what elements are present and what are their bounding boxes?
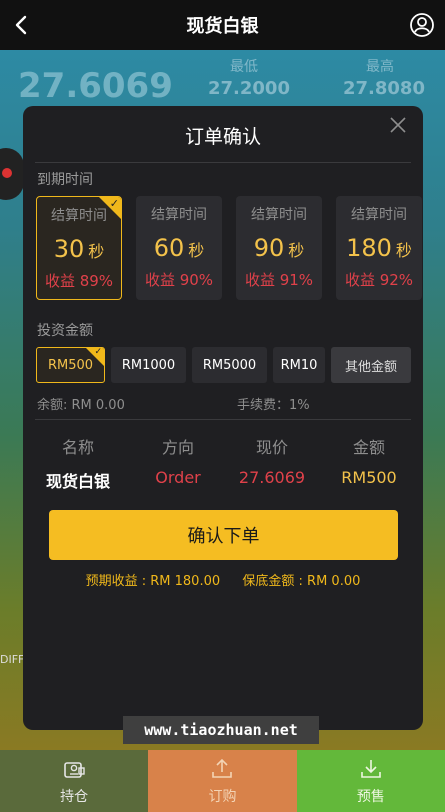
divider [35,162,411,163]
amount-label: 投资金额 [37,323,93,339]
diff-label: DIFF [0,653,25,666]
summary-direction: Order [155,468,201,487]
time-option-yield: 收益 92% [344,271,414,289]
tab-order[interactable]: 订购 [148,750,297,812]
record-knob-icon [0,148,24,200]
top-bar: 现货白银 [0,0,445,50]
tab-presale[interactable]: 预售 [296,750,445,812]
close-icon[interactable] [389,116,407,134]
summary-header-price: 现价 [255,438,288,457]
confirm-order-button[interactable]: 确认下单 [49,510,398,560]
summary-amount: RM500 [341,468,397,487]
summary-name: 现货白银 [45,472,110,491]
watermark: www.tiaozhuan.net [123,716,319,744]
time-option-label: 结算时间 [251,207,307,223]
time-option-yield: 收益 91% [244,271,314,289]
user-icon[interactable] [409,12,435,38]
page-title: 现货白银 [186,16,259,37]
amount-option-1000[interactable]: RM1000 [111,347,186,383]
low-value: 27.2000 [208,78,290,99]
margin-amount: 保底金额 : RM 0.00 [242,574,361,589]
modal-title: 订单确认 [184,126,261,148]
summary-header-direction: 方向 [161,438,194,457]
fee-text: 手续费：1% [237,398,310,413]
amount-option-10000[interactable]: RM10 [273,347,325,383]
tab-presale-label: 预售 [356,789,385,805]
time-option-value: 180 秒 [346,234,412,262]
summary-header-amount: 金额 [352,438,385,457]
bottom-tab-bar: 持仓 订购 预售 [0,750,445,812]
time-option-30[interactable]: 结算时间 30 秒 收益 89% ✓ [36,196,122,300]
time-option-60[interactable]: 结算时间 60 秒 收益 90% [136,196,222,300]
selected-check-icon: ✓ [86,348,104,366]
download-icon [361,760,381,778]
summary-price: 27.6069 [238,468,306,487]
amount-option-500[interactable]: RM500 ✓ [36,347,105,383]
expiry-label: 到期时间 [37,172,93,188]
amount-option-5000[interactable]: RM5000 [192,347,267,383]
time-option-value: 90 秒 [253,234,305,262]
high-label: 最高 [366,59,394,75]
other-amount-button[interactable]: 其他金额 [331,347,411,383]
time-option-yield: 收益 89% [44,272,114,290]
time-option-value: 30 秒 [53,235,105,263]
time-option-90[interactable]: 结算时间 90 秒 收益 91% [236,196,322,300]
current-price: 27.6069 [18,66,173,106]
time-option-value: 60 秒 [153,234,205,262]
selected-check-icon: ✓ [99,197,121,219]
tab-holdings-label: 持仓 [60,789,89,805]
time-option-label: 结算时间 [351,207,407,223]
tab-holdings[interactable]: 持仓 [0,750,149,812]
divider [35,419,411,420]
order-confirm-modal: 订单确认 到期时间 结算时间 30 秒 收益 89% ✓ 结算时间 60 秒 收益 … [23,106,423,730]
tab-order-label: 订购 [208,789,237,805]
back-arrow-icon[interactable] [10,13,34,37]
time-option-yield: 收益 90% [144,271,214,289]
wallet-icon [64,762,85,778]
expected-summary: 预期收益 : RM 180.00 保底金额 : RM 0.00 [23,570,423,589]
high-value: 27.8080 [343,78,425,99]
time-option-label: 结算时间 [151,207,207,223]
low-label: 最低 [230,59,258,75]
balance-text: 余额: RM 0.00 [37,398,125,413]
expected-profit: 预期收益 : RM 180.00 [85,574,221,589]
time-option-180[interactable]: 结算时间 180 秒 收益 92% [336,196,422,300]
upload-icon [212,758,233,778]
summary-header-name: 名称 [61,438,94,457]
